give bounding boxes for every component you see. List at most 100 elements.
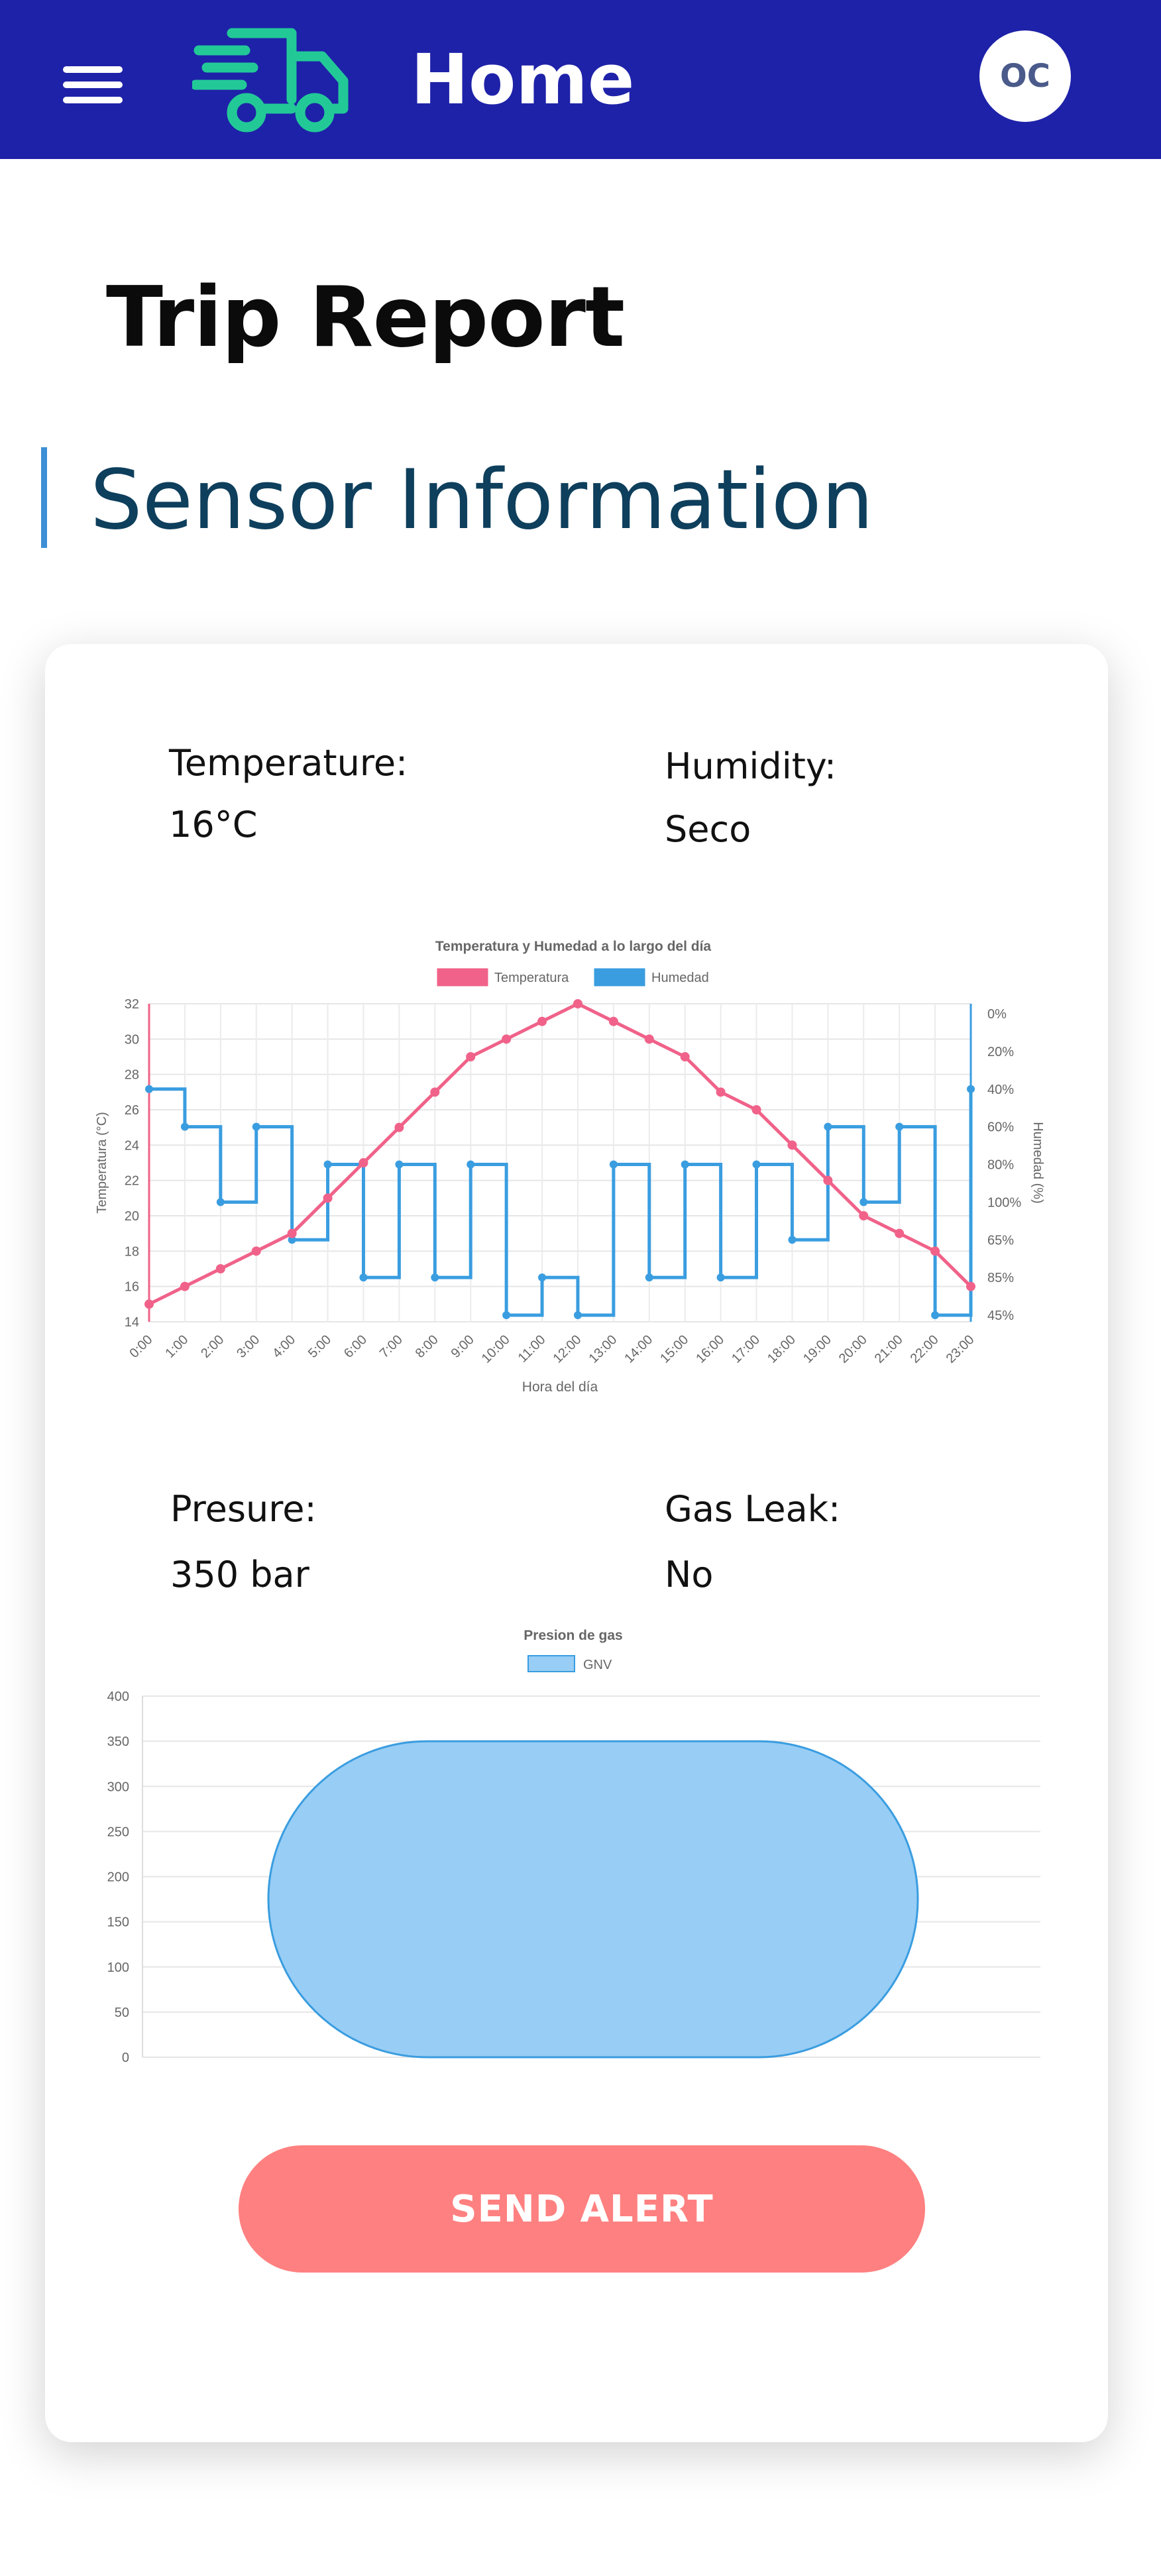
section-title: Sensor Information: [90, 453, 874, 548]
top-app-bar: Home OC: [0, 0, 1161, 159]
legend-swatch: [527, 1655, 575, 1672]
humidity-point: [824, 1122, 832, 1131]
temperature-point: [180, 1281, 190, 1291]
humidity-point: [502, 1311, 511, 1319]
x-tick-label: 5:00: [305, 1332, 334, 1361]
humidity-label: Humidity:: [665, 745, 837, 787]
humidity-point: [573, 1311, 582, 1319]
humidity-point: [431, 1273, 439, 1282]
temperature-point: [215, 1264, 225, 1273]
x-tick-label: 6:00: [341, 1332, 370, 1361]
y-tick-label: 18: [125, 1244, 139, 1259]
y2-tick-label: 100%: [987, 1195, 1021, 1210]
chart-title: Temperatura y Humedad a lo largo del día: [435, 939, 712, 954]
temperature-point: [502, 1034, 512, 1044]
pressure-value: 350 bar: [170, 1554, 309, 1595]
temperature-point: [287, 1228, 297, 1238]
y-tick-label: 0: [122, 2051, 129, 2065]
y-tick-label: 350: [107, 1735, 129, 1749]
humidity-point: [180, 1122, 189, 1131]
x-tick-label: 13:00: [586, 1332, 620, 1366]
y-tick-label: 250: [107, 1825, 129, 1839]
temperature-point: [895, 1228, 905, 1238]
temperature-point: [573, 999, 582, 1008]
y-tick-label: 14: [125, 1315, 139, 1330]
x-tick-label: 3:00: [234, 1332, 262, 1361]
gas-pressure-chart: Presion de gas GNV 400 350 300 250 200 150 100 50…: [107, 1628, 1040, 2065]
delivery-truck-icon: [192, 28, 349, 133]
x-tick-label: 17:00: [729, 1332, 763, 1366]
x-tick-label: 23:00: [944, 1332, 977, 1366]
gas-leak-label: Gas Leak:: [665, 1488, 841, 1530]
temperature-point: [716, 1087, 726, 1097]
temperature-point: [751, 1105, 761, 1114]
x-tick-label: 18:00: [765, 1332, 799, 1366]
x-tick-label: 14:00: [622, 1332, 655, 1366]
y-tick-label: 22: [125, 1174, 139, 1189]
temperature-label: Temperature:: [169, 742, 408, 784]
temperature-point: [644, 1034, 654, 1044]
temperature-point: [323, 1193, 333, 1203]
y-tick-label: 300: [107, 1780, 129, 1794]
x-tick-label: 12:00: [551, 1332, 584, 1366]
humidity-point: [716, 1273, 725, 1282]
y-tick-label: 24: [125, 1138, 139, 1153]
humidity-point: [931, 1311, 940, 1319]
y-tick-label: 32: [125, 997, 139, 1012]
x-tick-label: 7:00: [377, 1332, 406, 1361]
temperature-point: [466, 1052, 476, 1061]
temperature-point: [394, 1122, 404, 1132]
temperature-point: [859, 1211, 869, 1220]
user-avatar[interactable]: OC: [979, 30, 1071, 122]
temperature-point: [144, 1299, 154, 1309]
y2-tick-label: 45%: [987, 1309, 1014, 1323]
y-axis-label: Temperatura (°C): [95, 1112, 109, 1214]
humidity-point: [395, 1160, 404, 1169]
pressure-label: Presure:: [170, 1488, 317, 1530]
y-tick-label: 28: [125, 1068, 139, 1083]
section-accent-bar: [41, 447, 47, 548]
y-tick-label: 200: [107, 1870, 129, 1885]
temperature-point: [359, 1158, 368, 1167]
page-title: Trip Report: [106, 268, 625, 366]
legend-label-0: Temperatura: [494, 971, 569, 985]
temperature-point: [787, 1140, 797, 1150]
temperature-point: [537, 1016, 547, 1026]
y2-tick-label: 20%: [987, 1045, 1014, 1059]
temperature-point: [608, 1016, 618, 1026]
humidity-point: [681, 1160, 689, 1169]
x-tick-label: 1:00: [162, 1332, 191, 1361]
humidity-point: [359, 1273, 368, 1282]
chart-title: Presion de gas: [524, 1628, 622, 1643]
legend-swatch-1: [594, 968, 645, 987]
y2-tick-label: 60%: [987, 1120, 1014, 1135]
temperature-point: [680, 1052, 690, 1061]
y2-tick-label: 80%: [987, 1158, 1014, 1173]
temperature-point: [930, 1246, 940, 1256]
y2-tick-label: 40%: [987, 1083, 1014, 1097]
humidity-point: [252, 1122, 260, 1131]
temperature-value: 16°C: [169, 804, 258, 845]
humidity-point: [216, 1198, 225, 1207]
app-bar-title: Home: [411, 39, 635, 120]
humidity-point: [467, 1160, 475, 1169]
temperature-point: [251, 1246, 261, 1256]
humidity-point: [538, 1273, 547, 1282]
send-alert-button[interactable]: SEND ALERT: [239, 2145, 925, 2273]
x-tick-label: 22:00: [908, 1332, 942, 1366]
y-tick-label: 16: [125, 1280, 139, 1295]
y-tick-label: 400: [107, 1690, 129, 1704]
y2-axis-label: Humedad (%): [1030, 1122, 1045, 1203]
y-tick-label: 150: [107, 1915, 129, 1930]
humidity-point: [859, 1198, 868, 1207]
humidity-point: [645, 1273, 653, 1282]
humidity-value: Seco: [665, 808, 751, 850]
temperature-series-line: [148, 1002, 972, 1306]
legend-label: GNV: [583, 1658, 612, 1672]
x-tick-label: 16:00: [693, 1332, 727, 1366]
hamburger-menu-icon[interactable]: [63, 66, 123, 103]
x-tick-label: 21:00: [872, 1332, 906, 1366]
humidity-point: [609, 1160, 618, 1169]
gas-leak-value: No: [665, 1554, 714, 1595]
temperature-humidity-chart: Temperatura y Humedad a lo largo del día…: [95, 939, 1045, 1395]
